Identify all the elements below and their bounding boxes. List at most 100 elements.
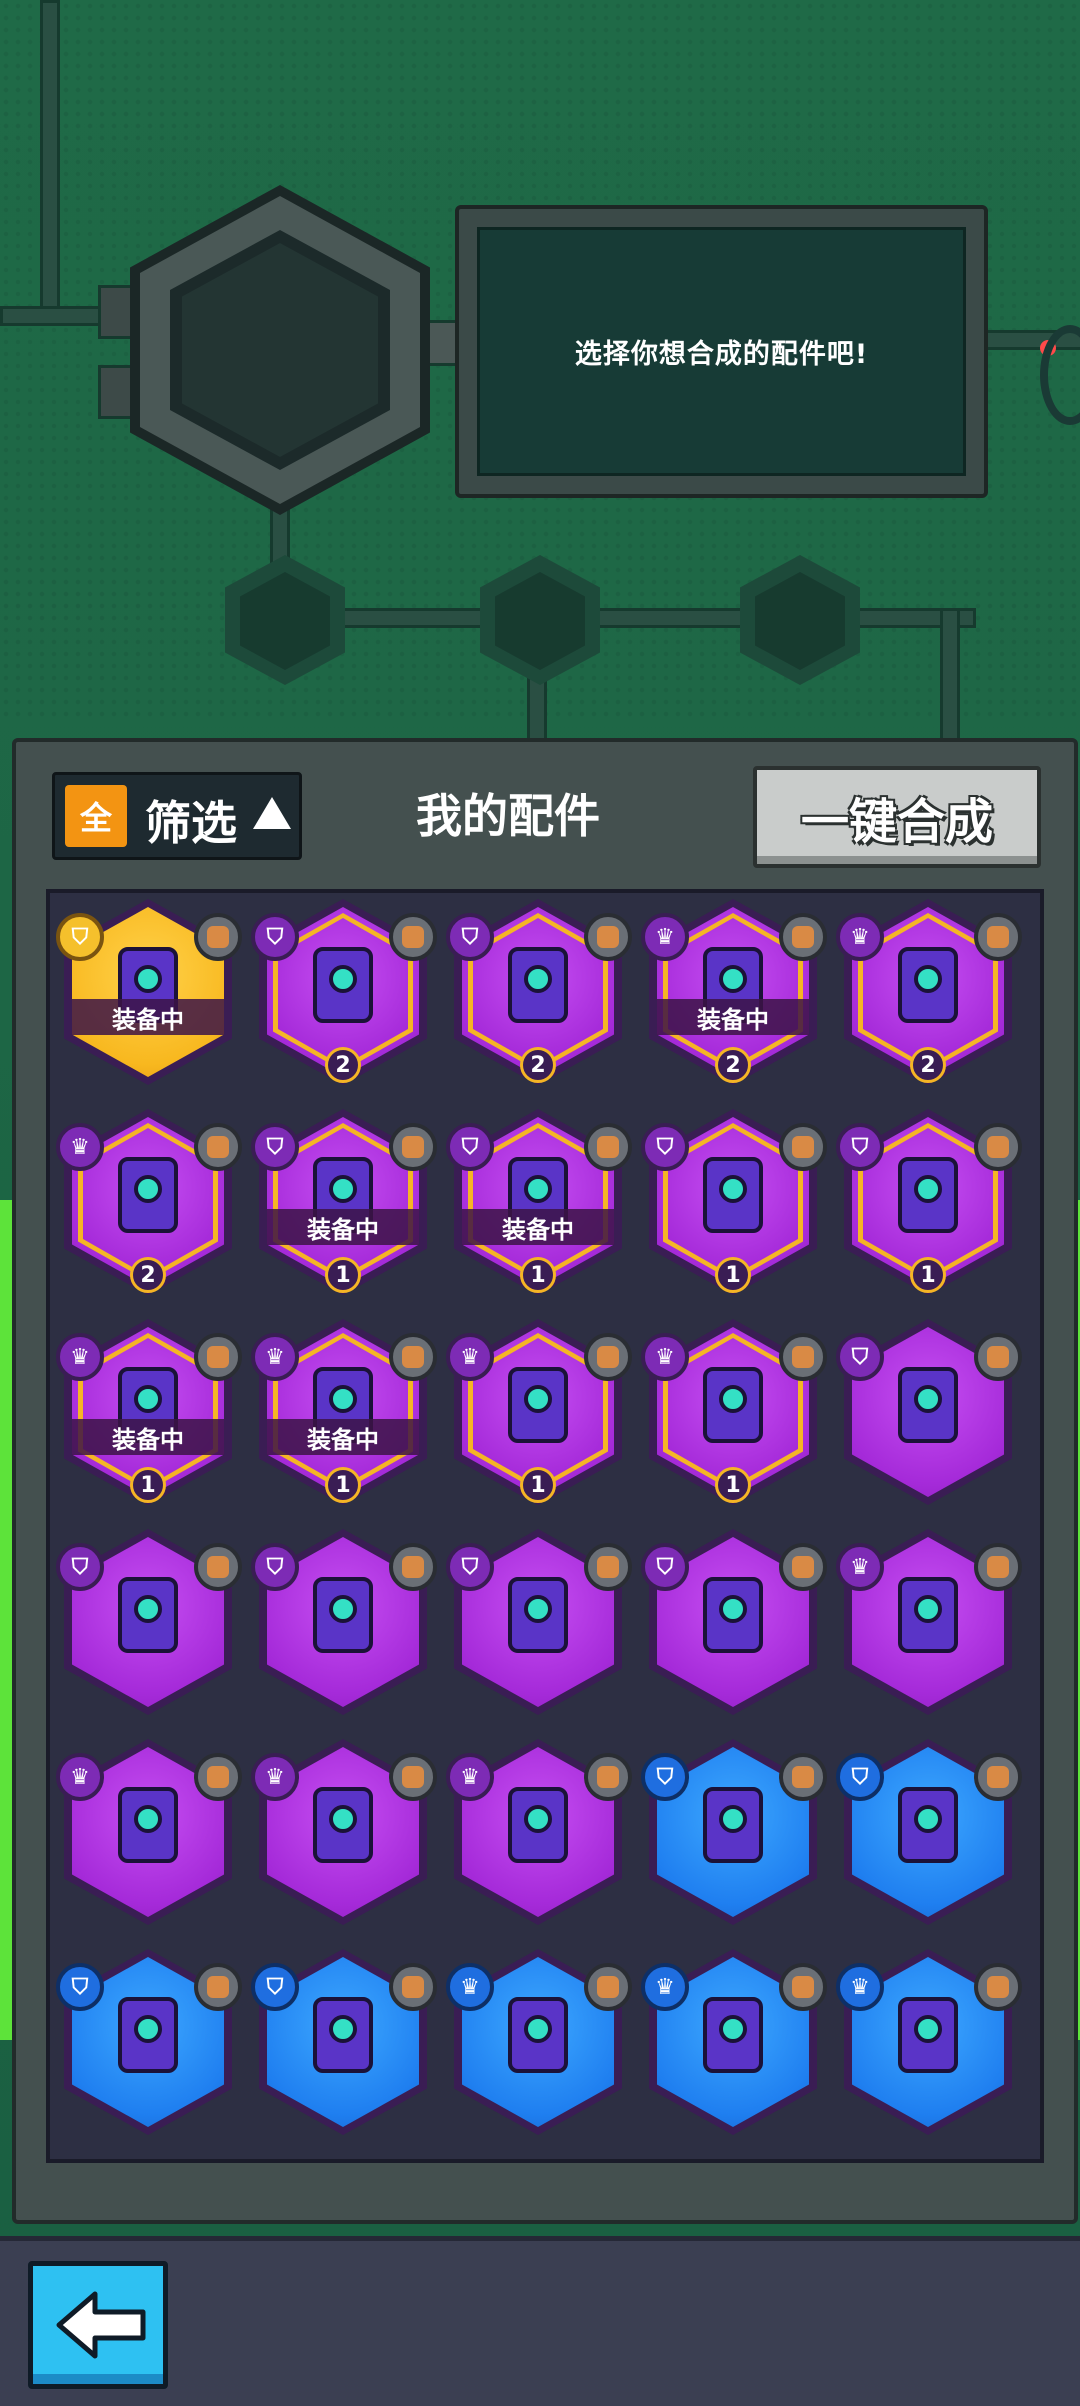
- part-card[interactable]: ⛉ 装备中 1: [446, 1109, 632, 1295]
- count-badge: 1: [715, 1257, 751, 1293]
- scroll-icon: [389, 1753, 437, 1801]
- part-card[interactable]: ⛉ 2: [446, 899, 632, 1085]
- crown-icon: ♛: [836, 1963, 884, 2011]
- part-card[interactable]: ♛ 2: [56, 1109, 242, 1295]
- part-card[interactable]: ♛ 2: [836, 899, 1022, 1085]
- brick-icon: [194, 913, 242, 961]
- cannon-icon: [779, 913, 827, 961]
- spike-ball-icon: [584, 913, 632, 961]
- panel-title: 我的配件: [416, 789, 600, 843]
- canister-part-icon: [118, 1577, 178, 1653]
- part-card[interactable]: ⛉: [251, 1529, 437, 1715]
- triangle-part-icon: [508, 1787, 568, 1863]
- bottom-bar: [0, 2236, 1080, 2406]
- part-card[interactable]: ⛉: [641, 1529, 827, 1715]
- part-card[interactable]: ♛: [446, 1739, 632, 1925]
- brick-icon: [779, 1123, 827, 1171]
- part-card[interactable]: ♛: [251, 1739, 437, 1925]
- one-click-merge-button[interactable]: 一键合成: [753, 766, 1041, 868]
- shield-icon: ⛉: [641, 1543, 689, 1591]
- crown-icon: ♛: [446, 1753, 494, 1801]
- equipped-label: 装备中: [267, 1419, 419, 1455]
- back-button[interactable]: [28, 2261, 168, 2389]
- lens-part-icon: [508, 1997, 568, 2073]
- part-card[interactable]: ♛: [836, 1529, 1022, 1715]
- equipped-label: 装备中: [267, 1209, 419, 1245]
- camera-part-icon: [703, 1367, 763, 1443]
- parts-grid: ⛉ 装备中 ⛉ 2 ⛉ 2 ♛ 装备中 2 ♛ 2 ♛ 2 ⛉ 装备中 1 ⛉ 装备中 1 ⛉ 1 ⛉ 1 ♛ 装备中 1 ♛ 装备中…: [46, 889, 1044, 2163]
- speaker-part-icon: [703, 1577, 763, 1653]
- count-badge: 1: [520, 1257, 556, 1293]
- count-badge: 1: [325, 1257, 361, 1293]
- part-card[interactable]: ♛: [836, 1949, 1022, 2135]
- shield-icon: ⛉: [641, 1753, 689, 1801]
- count-badge: 2: [325, 1047, 361, 1083]
- part-card[interactable]: ⛉ 装备中: [56, 899, 242, 1085]
- back-arrow-icon: [56, 2291, 146, 2359]
- shield-icon: ⛉: [251, 1543, 299, 1591]
- shield-icon: ⛉: [446, 1123, 494, 1171]
- part-card[interactable]: ⛉ 2: [251, 899, 437, 1085]
- crown-icon: ♛: [446, 1333, 494, 1381]
- part-card[interactable]: ♛ 装备中 1: [251, 1319, 437, 1505]
- gift-icon: [194, 1543, 242, 1591]
- speaker-part-icon: [898, 1157, 958, 1233]
- rocket-icon: [389, 1123, 437, 1171]
- spike-ball-icon: [194, 1963, 242, 2011]
- shield-icon: ⛉: [56, 913, 104, 961]
- part-card[interactable]: ♛ 装备中 2: [641, 899, 827, 1085]
- pipe: [270, 608, 976, 628]
- part-card[interactable]: ♛: [446, 1949, 632, 2135]
- count-badge: 1: [130, 1467, 166, 1503]
- part-card[interactable]: ⛉: [251, 1949, 437, 2135]
- screen-part-icon: [508, 1577, 568, 1653]
- cabinet-part-icon: [898, 1997, 958, 2073]
- part-card[interactable]: ⛉: [836, 1739, 1022, 1925]
- shield-icon: ⛉: [251, 1963, 299, 2011]
- shield-icon: ⛉: [56, 1543, 104, 1591]
- target-icon: [584, 1123, 632, 1171]
- orb-drone-part-icon: [313, 1997, 373, 2073]
- part-card[interactable]: ♛: [56, 1739, 242, 1925]
- part-card[interactable]: ⛉: [446, 1529, 632, 1715]
- triangle-up-icon: [253, 797, 291, 829]
- soccer-ball-icon: [194, 1753, 242, 1801]
- part-card[interactable]: ⛉: [836, 1319, 1022, 1505]
- shield-icon: ⛉: [56, 1963, 104, 2011]
- boomerang-icon: [974, 1123, 1022, 1171]
- crown-icon: ♛: [56, 1753, 104, 1801]
- part-card[interactable]: ♛ 装备中 1: [56, 1319, 242, 1505]
- equipped-label: 装备中: [657, 999, 809, 1035]
- part-card[interactable]: ♛ 1: [446, 1319, 632, 1505]
- part-card[interactable]: ⛉ 1: [836, 1109, 1022, 1295]
- shield-icon: ⛉: [251, 913, 299, 961]
- part-card[interactable]: ⛉: [56, 1949, 242, 2135]
- count-badge: 2: [910, 1047, 946, 1083]
- part-card[interactable]: ⛉: [56, 1529, 242, 1715]
- part-card[interactable]: ⛉ 1: [641, 1109, 827, 1295]
- bottle-icon: [194, 1123, 242, 1171]
- count-badge: 1: [325, 1467, 361, 1503]
- shield-icon: ⛉: [836, 1333, 884, 1381]
- part-card[interactable]: ⛉ 装备中 1: [251, 1109, 437, 1295]
- filter-dropdown[interactable]: 全 筛选: [52, 772, 302, 860]
- arch-part-icon: [313, 1787, 373, 1863]
- canister-part-icon: [703, 1787, 763, 1863]
- part-card[interactable]: ♛: [641, 1949, 827, 2135]
- shield-icon: ⛉: [446, 913, 494, 961]
- pipe: [940, 608, 960, 744]
- part-card[interactable]: ⛉: [641, 1739, 827, 1925]
- equipped-label: 装备中: [72, 1419, 224, 1455]
- cone-icon: [389, 1333, 437, 1381]
- crown-icon: ♛: [446, 1963, 494, 2011]
- crown-icon: ♛: [641, 913, 689, 961]
- equipped-label: 装备中: [462, 1209, 614, 1245]
- count-badge: 2: [520, 1047, 556, 1083]
- crown-icon: ♛: [836, 913, 884, 961]
- part-card[interactable]: ♛ 1: [641, 1319, 827, 1505]
- synthesis-screen-inner: 选择你想合成的配件吧!: [477, 227, 966, 476]
- count-badge: 1: [520, 1467, 556, 1503]
- orb-drone-part-icon: [508, 1367, 568, 1443]
- bottle-icon: [584, 1753, 632, 1801]
- count-badge: 1: [910, 1257, 946, 1293]
